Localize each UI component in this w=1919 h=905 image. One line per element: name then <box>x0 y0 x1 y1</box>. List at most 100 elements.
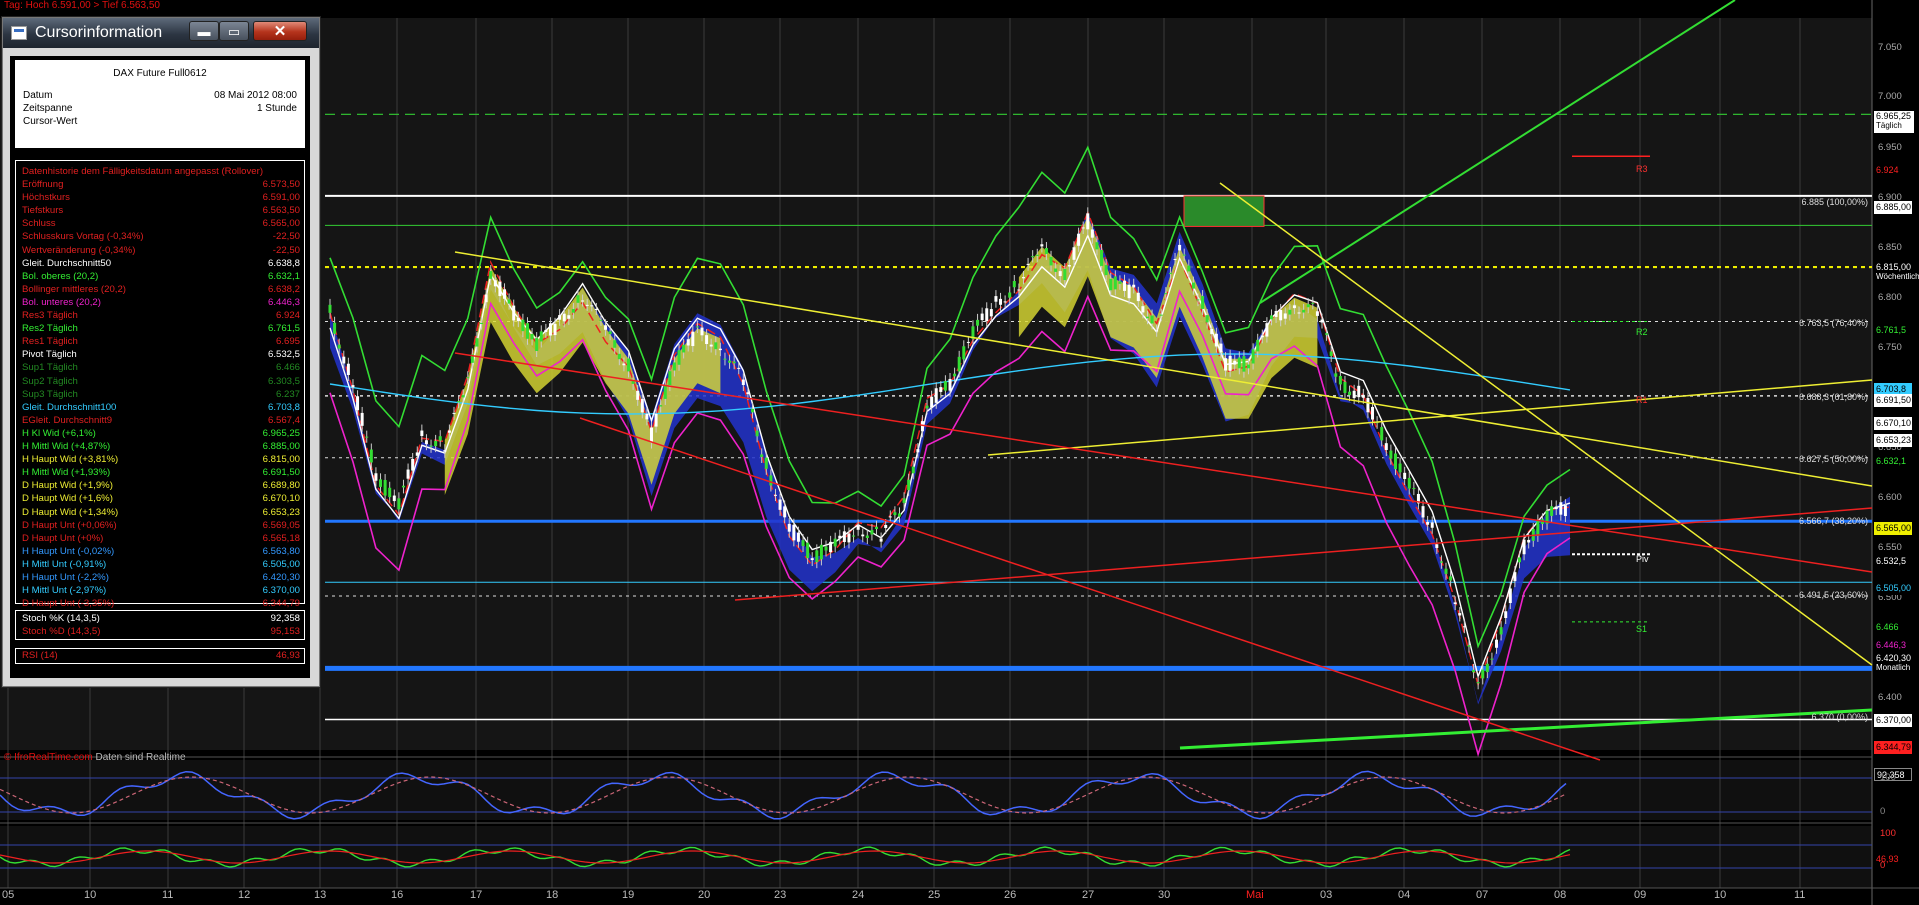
candle-body <box>1113 276 1117 290</box>
history-row: H Mittl Wid (+4,87%) 6.885,00 <box>22 441 300 454</box>
fibonacci-label: 6.763,5 (76,40%) <box>1798 318 1868 328</box>
candle-body <box>819 544 823 560</box>
candle-body <box>369 449 373 463</box>
candle-body <box>1067 265 1071 267</box>
history-value: 6.924 <box>275 310 300 321</box>
price-level-box: 6.505,00 <box>1874 582 1912 595</box>
close-button[interactable]: ✕ <box>253 21 307 41</box>
candle-body <box>599 319 603 321</box>
price-level-period: Wöchentlich <box>1876 272 1919 281</box>
candle-body <box>512 305 516 321</box>
minimize-button[interactable]: ▬ <box>189 21 219 41</box>
candle-body <box>1315 311 1319 316</box>
candle-body <box>801 540 805 546</box>
candle-body <box>1132 284 1136 288</box>
candle-body <box>1141 306 1145 313</box>
history-row: Sup1 Täglich 6.466 <box>22 362 300 375</box>
candle-body <box>452 412 456 414</box>
candle-body <box>429 445 433 447</box>
candle-body <box>672 362 676 371</box>
candle-body <box>1003 301 1007 303</box>
price-tick: 7.050 <box>1878 42 1902 53</box>
candle-body <box>535 338 539 351</box>
instrument-name: DAX Future Full0612 <box>113 68 207 79</box>
history-row: Res2 Täglich 6.761,5 <box>22 323 300 336</box>
x-axis-label: 19 <box>622 889 635 901</box>
candle-body <box>985 308 989 322</box>
history-row: Schluss 6.565,00 <box>22 218 300 231</box>
candle-body <box>608 331 612 335</box>
x-axis-label: 13 <box>314 889 327 901</box>
maximize-button[interactable]: ▭ <box>219 21 249 41</box>
history-value: 6.653,23 <box>262 506 300 518</box>
history-label: Pivot Täglich <box>22 349 77 361</box>
candle-body <box>925 405 929 409</box>
history-label: H Mittl Wid (+1,93%) <box>22 467 111 479</box>
price-level-value: 6.691,50 <box>1876 395 1912 405</box>
candle-body <box>1031 256 1035 258</box>
candle-body <box>957 356 961 372</box>
x-axis-label: 09 <box>1634 889 1647 901</box>
x-axis-label: 25 <box>928 889 941 901</box>
level-label-piv: Piv <box>1636 554 1649 564</box>
price-tick: 6.550 <box>1878 542 1902 553</box>
cursor-info-window[interactable]: Cursorinformation ▬ ▭ ✕ DAX Future Full0… <box>2 17 320 687</box>
candle-body <box>457 401 461 403</box>
candle-body <box>1527 539 1531 543</box>
price-level-value: 6.466 <box>1876 622 1899 632</box>
fibonacci-label: 6.491,5 (23,60%) <box>1798 590 1868 600</box>
candle-body <box>553 323 557 336</box>
window-titlebar[interactable]: Cursorinformation ▬ ▭ ✕ <box>3 18 319 48</box>
history-label: D Haupt Wid (+1,6%) <box>22 493 113 505</box>
candle-body <box>1127 284 1131 299</box>
price-level-value: 6.505,00 <box>1876 583 1912 593</box>
candle-body <box>686 339 690 346</box>
candle-body <box>1228 355 1232 371</box>
candle-body <box>751 408 755 413</box>
history-value: 6.703,8 <box>267 401 300 413</box>
candle-body <box>447 430 451 433</box>
price-level-value: 6.815,00 <box>1876 262 1912 272</box>
price-level-value: 6.761,5 <box>1876 325 1907 335</box>
candle-body <box>649 427 653 443</box>
candle-body <box>714 342 718 350</box>
candle-body <box>709 344 713 347</box>
candle-body <box>1288 309 1292 315</box>
candle-body <box>1210 328 1214 334</box>
candle-body <box>1251 349 1255 364</box>
candle-body <box>833 538 837 547</box>
candle-body <box>1384 443 1388 451</box>
candle-body <box>677 350 681 365</box>
candle-body <box>1338 376 1342 385</box>
candle-body <box>1371 406 1375 420</box>
candle-body <box>1081 227 1085 229</box>
candle-body <box>824 546 828 551</box>
candle-body <box>1292 305 1296 309</box>
candle-body <box>397 498 401 510</box>
price-level-box: 6.670,10 <box>1874 417 1912 430</box>
candle-body <box>783 506 787 518</box>
history-row: Res1 Täglich 6.695 <box>22 336 300 349</box>
candle-body <box>796 532 800 542</box>
candle-body <box>943 381 947 391</box>
stochastic-box: Stoch %K (14,3,5) 92,358 Stoch %D (14,3,5)… <box>15 610 305 640</box>
history-value: -22,50 <box>272 231 300 243</box>
candle-body <box>1444 568 1448 574</box>
history-value: 6.563,80 <box>262 545 300 557</box>
candle-body <box>966 341 970 343</box>
candle-body <box>755 430 759 437</box>
candle-body <box>718 348 722 351</box>
candle-body <box>902 498 906 503</box>
info-row-cursor: Cursor-Wert <box>23 116 297 129</box>
candle-body <box>1150 315 1154 324</box>
candle-body <box>424 440 428 445</box>
info-label: Cursor-Wert <box>23 116 78 127</box>
history-value: 6.965,25 <box>262 427 300 439</box>
candle-body <box>1476 682 1480 684</box>
history-label: Schlusskurs Vortag (-0,34%) <box>22 231 144 243</box>
history-value: -22,50 <box>272 244 300 256</box>
candle-body <box>1044 248 1048 254</box>
history-label: Tiefstkurs <box>22 205 64 217</box>
candle-body <box>691 331 695 347</box>
stoch-label: Stoch %K (14,3,5) <box>22 613 100 624</box>
